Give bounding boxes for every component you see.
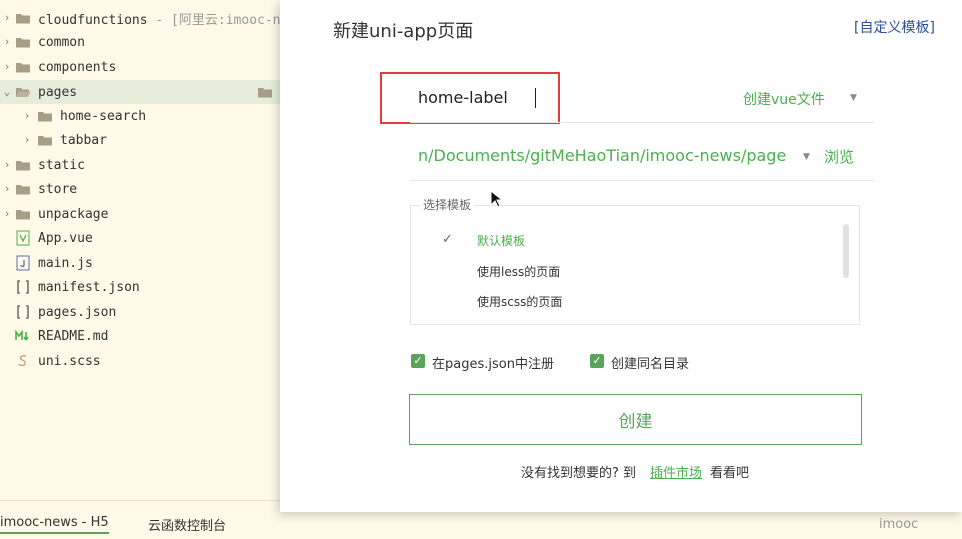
tree-item-label: home-search <box>60 108 147 124</box>
text-caret <box>535 88 536 108</box>
tree-item-label: README.md <box>38 328 109 344</box>
file-type-select[interactable]: 创建vue文件 <box>743 89 825 109</box>
json-file-icon <box>17 280 29 294</box>
template-option-default[interactable]: 默认模板 <box>477 232 525 249</box>
tree-item-label: store <box>38 181 78 197</box>
tree-item-label: tabbar <box>60 132 107 148</box>
divider <box>410 122 874 123</box>
chevron-down-icon[interactable]: ⌄ <box>2 86 12 97</box>
tree-item-components[interactable]: › components <box>0 55 280 79</box>
create-button[interactable]: 创建 <box>409 394 862 445</box>
folder-icon <box>16 210 30 220</box>
path-input[interactable]: n/Documents/gitMeHaoTian/imooc-news/page… <box>418 146 786 165</box>
plugin-market-link[interactable]: 插件市场 <box>650 462 702 481</box>
dropdown-triangle-icon[interactable]: ▼ <box>803 152 810 162</box>
chevron-right-icon[interactable]: › <box>22 134 32 145</box>
tree-item-common[interactable]: › common <box>0 30 280 54</box>
same-dir-label: 创建同名目录 <box>611 357 690 372</box>
tree-item-label: pages <box>38 84 78 100</box>
tree-item-readme-md[interactable]: README.md <box>0 324 280 348</box>
file-explorer: › cloudfunctions - [阿里云:imooc-n › common… <box>0 0 280 500</box>
dialog-title: 新建uni-app页面 <box>333 21 474 42</box>
tree-item-home-search[interactable]: › home-search <box>0 104 280 128</box>
tree-item-cloudfunctions[interactable]: › cloudfunctions - [阿里云:imooc-n <box>0 6 280 30</box>
page-name-field-highlight <box>380 72 560 124</box>
template-scrollbar[interactable] <box>843 224 849 278</box>
register-label: 在pages.json中注册 <box>432 357 554 372</box>
tree-item-label: unpackage <box>38 206 109 222</box>
chevron-right-icon[interactable]: › <box>22 110 32 121</box>
tab-project-h5[interactable]: imooc-news - H5 <box>0 515 109 534</box>
template-option-less[interactable]: 使用less的页面 <box>477 263 560 280</box>
tree-item-label: static <box>38 157 85 173</box>
scss-file-icon <box>18 355 27 367</box>
new-page-dialog: 新建uni-app页面 [自定义模板] 创建vue文件 ▼ n/Document… <box>280 0 962 512</box>
check-icon: ✓ <box>442 232 453 247</box>
folder-icon <box>258 88 272 98</box>
tree-item-pages[interactable]: ⌄ pages <box>0 80 280 104</box>
register-checkbox[interactable]: ✓ <box>411 354 425 368</box>
tree-item-store[interactable]: › store <box>0 177 280 201</box>
chevron-right-icon[interactable]: › <box>2 208 12 219</box>
markdown-file-icon <box>15 329 29 341</box>
tree-item-app-vue[interactable]: App.vue <box>0 226 280 250</box>
folder-icon <box>38 112 52 122</box>
hint-suffix: 看看吧 <box>710 466 750 481</box>
folder-icon <box>16 161 30 171</box>
hint-prefix: 没有找到想要的? 到 <box>521 466 637 481</box>
chevron-right-icon[interactable]: › <box>2 159 12 170</box>
dropdown-triangle-icon[interactable]: ▼ <box>850 93 857 103</box>
page-name-input[interactable] <box>418 88 538 107</box>
folder-open-icon <box>16 88 31 97</box>
mouse-pointer-icon <box>490 190 502 208</box>
tree-item-label: main.js <box>38 255 93 271</box>
custom-template-link[interactable]: [自定义模板] <box>854 17 935 37</box>
browse-button[interactable]: 浏览 <box>824 146 854 167</box>
tree-item-label: common <box>38 34 85 50</box>
chevron-right-icon[interactable]: › <box>2 61 12 72</box>
js-file-icon <box>16 255 30 271</box>
tree-item-label: manifest.json <box>38 279 140 295</box>
json-file-icon <box>17 305 29 319</box>
template-legend: 选择模板 <box>420 196 475 213</box>
tree-item-label: uni.scss <box>38 353 101 369</box>
tree-item-static[interactable]: › static <box>0 153 280 177</box>
tree-item-uni-scss[interactable]: uni.scss <box>0 349 280 373</box>
folder-icon <box>16 63 30 73</box>
tree-item-pages-json[interactable]: pages.json <box>0 300 280 324</box>
tree-item-label: pages.json <box>38 304 117 320</box>
divider <box>410 180 874 181</box>
folder-icon <box>38 136 52 146</box>
tree-item-main-js[interactable]: main.js <box>0 251 280 275</box>
cloud-binding-label: - [阿里云:imooc-n <box>147 12 280 28</box>
same-dir-checkbox[interactable]: ✓ <box>590 354 604 368</box>
chevron-right-icon[interactable]: › <box>2 12 12 23</box>
tree-item-unpackage[interactable]: › unpackage <box>0 202 280 226</box>
template-option-scss[interactable]: 使用scss的页面 <box>477 293 562 310</box>
folder-icon <box>16 38 30 48</box>
tree-item-label: components <box>38 59 117 75</box>
tree-item-tabbar[interactable]: › tabbar <box>0 128 280 152</box>
chevron-right-icon[interactable]: › <box>2 36 12 47</box>
chevron-right-icon[interactable]: › <box>2 183 12 194</box>
tree-item-label: App.vue <box>38 230 93 246</box>
cloud-folder-icon <box>16 14 30 24</box>
tree-item-manifest-json[interactable]: manifest.json <box>0 275 280 299</box>
folder-icon <box>16 185 30 195</box>
tree-item-label: cloudfunctions <box>38 12 148 28</box>
watermark-brand: imooc <box>879 517 919 532</box>
tab-cloud-console[interactable]: 云函数控制台 <box>148 515 226 534</box>
vue-file-icon <box>16 230 30 246</box>
